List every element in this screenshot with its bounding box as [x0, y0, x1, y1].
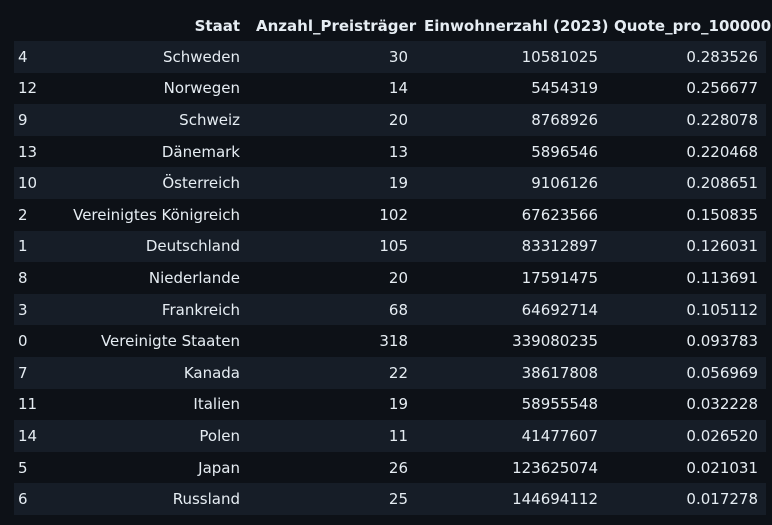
table-body: 4 Schweden 30 10581025 0.283526 12 Norwegen 14 5… — [14, 41, 766, 515]
cell-staat: Dänemark — [161, 142, 240, 161]
cell-staat: Schweiz — [179, 110, 240, 129]
cell-einwohnerzahl: 83312897 — [521, 237, 598, 256]
cell-quote: 0.017278 — [686, 490, 758, 509]
row-index: 9 — [18, 110, 28, 129]
cell-einwohnerzahl: 10581025 — [521, 47, 598, 66]
row-index: 0 — [18, 332, 28, 351]
cell-einwohnerzahl: 41477607 — [521, 426, 598, 445]
cell-anzahl-preistraeger: 68 — [388, 300, 408, 319]
table-row: 2 Vereinigtes Königreich 102 67623566 0.1508… — [14, 198, 766, 231]
header-row: Staat Anzahl_Preisträger Einwohnerzahl (… — [14, 10, 772, 41]
table-row: 0 Vereinigte Staaten 318 339080235 0.093783 — [14, 325, 766, 357]
table-row: 9 Schweiz 20 8768926 0.228078 — [14, 104, 766, 136]
row-index: 2 — [18, 205, 28, 224]
cell-anzahl-preistraeger: 22 — [388, 363, 408, 382]
row-index: 4 — [18, 47, 28, 66]
table-row: 5 Japan 26 123625074 0.021031 — [14, 451, 766, 484]
row-index: 10 — [18, 174, 38, 193]
row-index: 5 — [18, 458, 28, 477]
table-row: 12 Norwegen 14 5454319 0.256677 — [14, 72, 766, 105]
cell-staat: Vereinigtes Königreich — [73, 205, 240, 224]
cell-einwohnerzahl: 5896546 — [531, 142, 598, 161]
dataframe-output: Staat Anzahl_Preisträger Einwohnerzahl (… — [14, 10, 772, 515]
row-index: 1 — [18, 237, 28, 256]
cell-staat: Schweden — [162, 47, 240, 66]
cell-staat: Vereinigte Staaten — [100, 332, 240, 351]
cell-staat: Russland — [172, 490, 240, 509]
cell-anzahl-preistraeger: 102 — [379, 205, 408, 224]
cell-quote: 0.026520 — [686, 426, 758, 445]
row-index: 13 — [18, 142, 38, 161]
cell-quote: 0.150835 — [686, 205, 758, 224]
table-row: 14 Polen 11 41477607 0.026520 — [14, 420, 766, 452]
cell-staat: Österreich — [162, 174, 240, 193]
cell-quote: 0.021031 — [686, 458, 758, 477]
cell-staat: Japan — [198, 458, 240, 477]
cell-quote: 0.283526 — [686, 47, 758, 66]
cell-quote: 0.105112 — [686, 300, 758, 319]
cell-einwohnerzahl: 17591475 — [521, 268, 598, 287]
row-index: 6 — [18, 490, 28, 509]
row-index: 12 — [18, 79, 38, 98]
cell-quote: 0.228078 — [686, 110, 758, 129]
cell-staat: Kanada — [183, 363, 240, 382]
cell-einwohnerzahl: 5454319 — [531, 79, 598, 98]
cell-anzahl-preistraeger: 19 — [388, 395, 408, 414]
cell-anzahl-preistraeger: 20 — [388, 268, 408, 287]
column-header-quote: Quote_pro_100000 — [614, 16, 772, 35]
cell-anzahl-preistraeger: 25 — [388, 490, 408, 509]
table-row: 6 Russland 25 144694112 0.017278 — [14, 483, 766, 515]
table-row: 11 Italien 19 58955548 0.032228 — [14, 388, 766, 421]
cell-anzahl-preistraeger: 26 — [388, 458, 408, 477]
cell-quote: 0.208651 — [686, 174, 758, 193]
row-index: 8 — [18, 268, 28, 287]
cell-quote: 0.093783 — [686, 332, 758, 351]
table-row: 8 Niederlande 20 17591475 0.113691 — [14, 262, 766, 294]
cell-einwohnerzahl: 58955548 — [521, 395, 598, 414]
table-row: 7 Kanada 22 38617808 0.056969 — [14, 356, 766, 389]
cell-anzahl-preistraeger: 318 — [379, 332, 408, 351]
row-index: 14 — [18, 426, 38, 445]
cell-anzahl-preistraeger: 11 — [388, 426, 408, 445]
column-header-staat: Staat — [194, 16, 240, 35]
cell-quote: 0.126031 — [686, 237, 758, 256]
table-row: 4 Schweden 30 10581025 0.283526 — [14, 41, 766, 73]
cell-staat: Italien — [193, 395, 240, 414]
row-index: 3 — [18, 300, 28, 319]
cell-anzahl-preistraeger: 13 — [388, 142, 408, 161]
cell-staat: Deutschland — [145, 237, 240, 256]
dataframe-table: Staat Anzahl_Preisträger Einwohnerzahl (… — [14, 10, 772, 515]
cell-anzahl-preistraeger: 14 — [388, 79, 408, 98]
row-index: 11 — [18, 395, 38, 414]
cell-staat: Polen — [199, 426, 240, 445]
column-header-einwohnerzahl: Einwohnerzahl (2023) — [424, 16, 609, 35]
cell-anzahl-preistraeger: 19 — [388, 174, 408, 193]
table-row: 10 Österreich 19 9106126 0.208651 — [14, 167, 766, 199]
cell-quote: 0.113691 — [686, 268, 758, 287]
cell-einwohnerzahl: 38617808 — [521, 363, 598, 382]
cell-einwohnerzahl: 339080235 — [512, 332, 598, 351]
table-row: 1 Deutschland 105 83312897 0.126031 — [14, 230, 766, 263]
cell-anzahl-preistraeger: 105 — [379, 237, 408, 256]
table-row: 13 Dänemark 13 5896546 0.220468 — [14, 135, 766, 168]
cell-einwohnerzahl: 8768926 — [531, 110, 598, 129]
cell-einwohnerzahl: 123625074 — [512, 458, 598, 477]
cell-quote: 0.032228 — [686, 395, 758, 414]
row-index: 7 — [18, 363, 28, 382]
cell-staat: Frankreich — [161, 300, 240, 319]
table-row: 3 Frankreich 68 64692714 0.105112 — [14, 293, 766, 326]
cell-einwohnerzahl: 64692714 — [521, 300, 598, 319]
cell-quote: 0.220468 — [686, 142, 758, 161]
cell-staat: Norwegen — [163, 79, 240, 98]
cell-quote: 0.056969 — [686, 363, 758, 382]
cell-einwohnerzahl: 144694112 — [512, 490, 598, 509]
cell-anzahl-preistraeger: 30 — [388, 47, 408, 66]
cell-einwohnerzahl: 67623566 — [521, 205, 598, 224]
column-header-anzahl-preistraeger: Anzahl_Preisträger — [256, 16, 417, 35]
cell-anzahl-preistraeger: 20 — [388, 110, 408, 129]
index-header — [14, 10, 54, 41]
cell-einwohnerzahl: 9106126 — [531, 174, 598, 193]
cell-staat: Niederlande — [148, 268, 240, 287]
cell-quote: 0.256677 — [686, 79, 758, 98]
